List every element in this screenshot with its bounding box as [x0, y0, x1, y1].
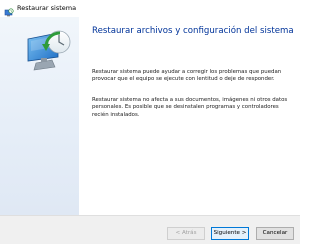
system-restore-window: Restaurar sistema Restaurar archivos y c…: [0, 0, 300, 244]
system-restore-icon: [4, 3, 14, 17]
window-title: Restaurar sistema: [17, 4, 77, 12]
left-banner: [0, 17, 79, 215]
page-heading: Restaurar archivos y configuración del s…: [92, 26, 294, 36]
description-paragraph-1: Restaurar sistema puede ayudar a corregi…: [92, 69, 282, 83]
back-button[interactable]: < Atrás: [167, 227, 205, 240]
cancel-button[interactable]: Cancelar: [256, 227, 294, 240]
title-bar: Restaurar sistema: [0, 0, 300, 17]
system-restore-hero-icon: [22, 27, 74, 75]
next-button[interactable]: Siguiente >: [211, 227, 249, 240]
button-bar: [0, 215, 300, 244]
description-paragraph-2: Restaurar sistema no afecta a sus docume…: [92, 97, 288, 118]
